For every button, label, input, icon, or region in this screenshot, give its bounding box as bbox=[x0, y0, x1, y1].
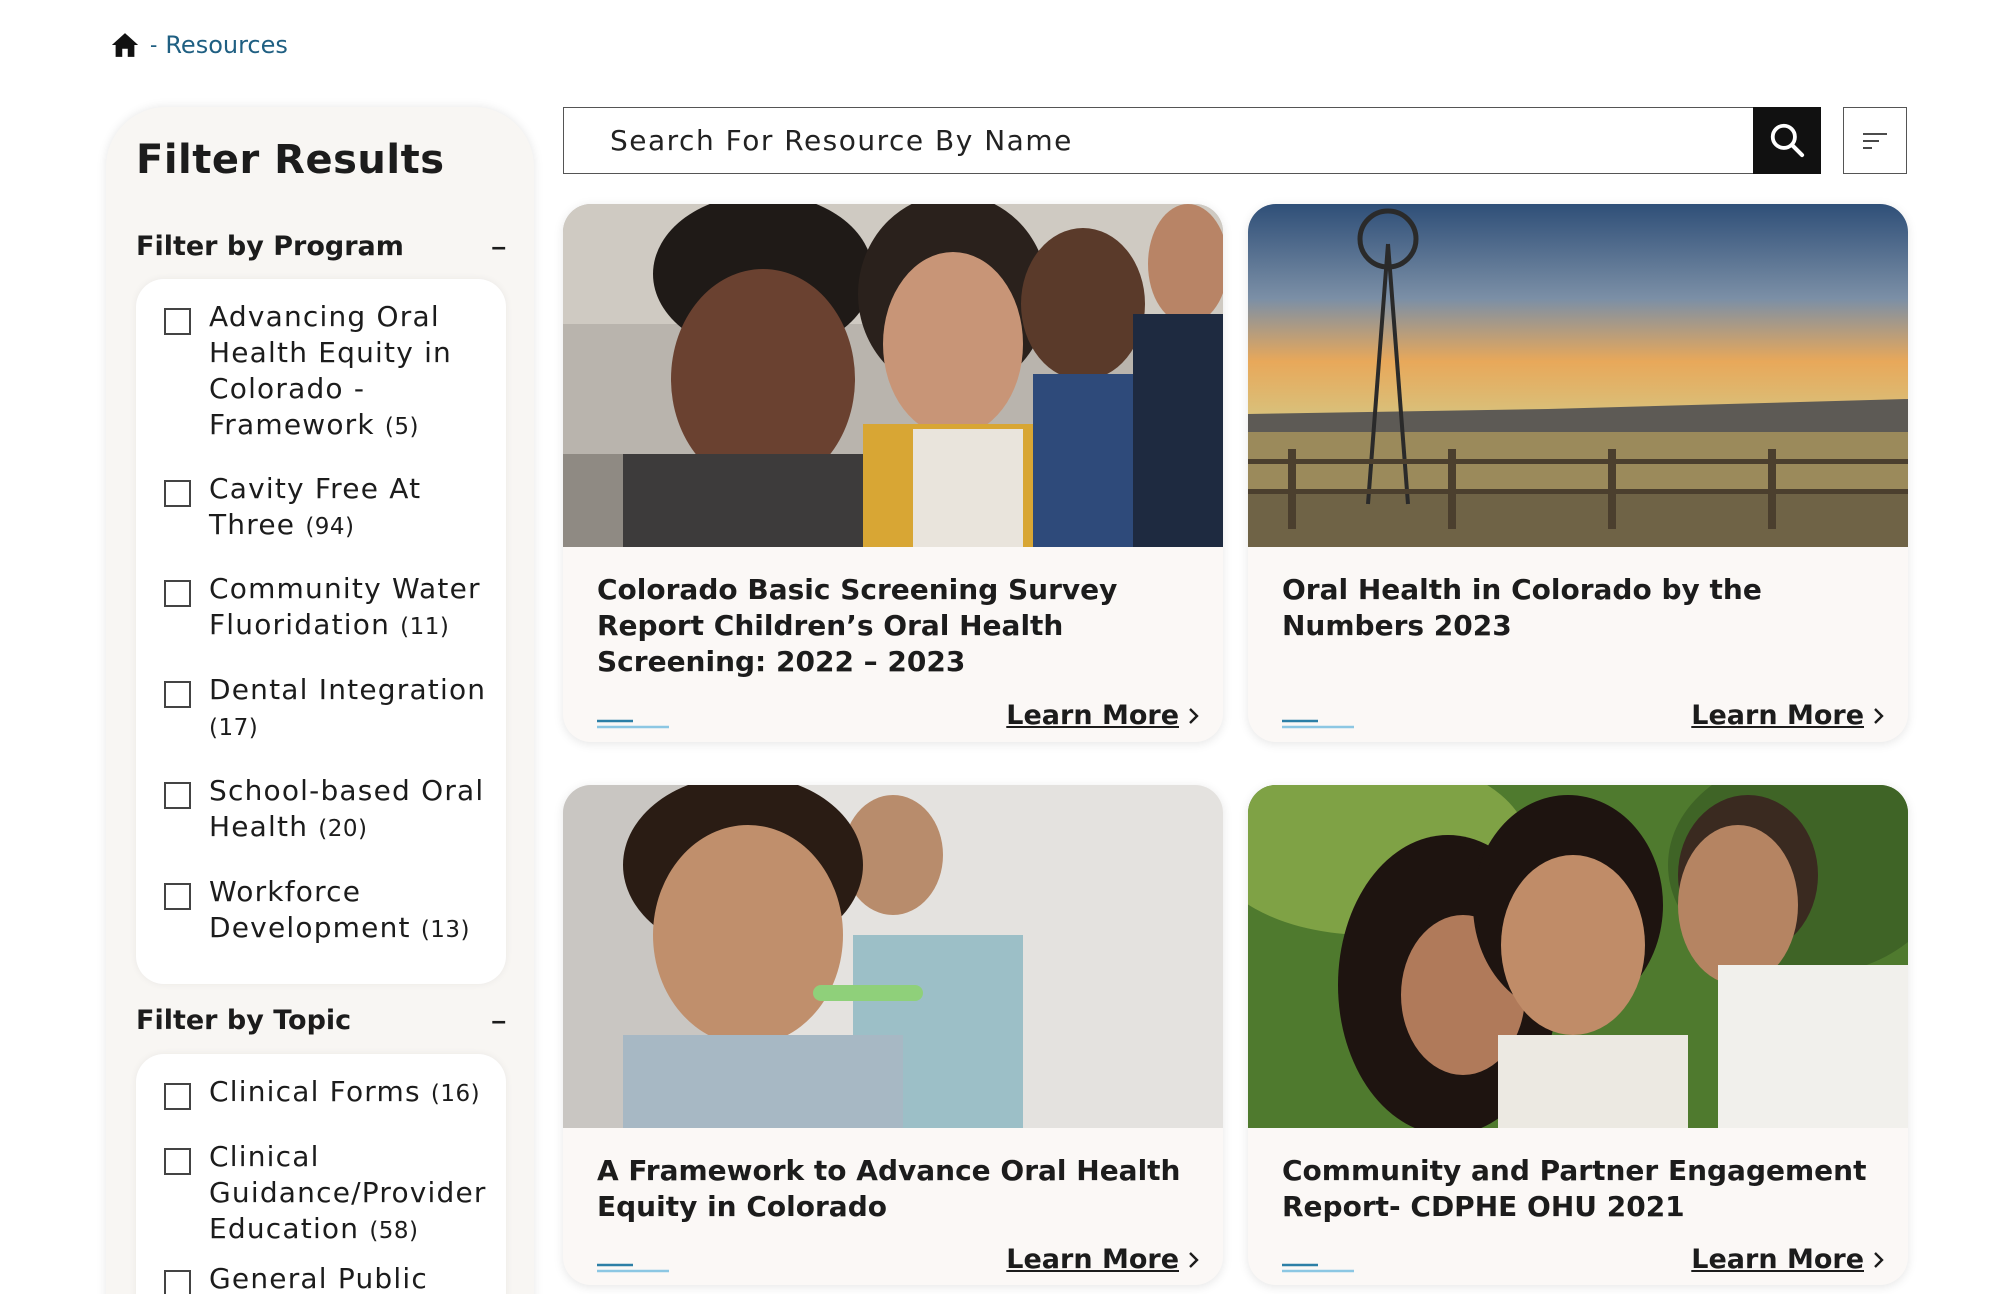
filter-option-topic[interactable]: Clinical Guidance/Provider Education (58… bbox=[136, 1139, 506, 1261]
card-title: Community and Partner Engagement Report-… bbox=[1282, 1154, 1867, 1223]
learn-more-label: Learn More bbox=[1006, 1244, 1179, 1275]
photo-mother-with-two-children-outdoors bbox=[1248, 785, 1908, 1128]
checkbox[interactable] bbox=[164, 308, 191, 335]
checkbox[interactable] bbox=[164, 480, 191, 507]
resource-card[interactable]: A Framework to Advance Oral Health Equit… bbox=[563, 785, 1223, 1285]
chevron-right-icon bbox=[1189, 707, 1199, 724]
filter-results-title: Filter Results bbox=[136, 137, 445, 183]
filter-option-program[interactable]: Cavity Free At Three (94) bbox=[136, 471, 506, 571]
filter-option-topic[interactable]: General Public bbox=[136, 1261, 506, 1294]
option-label: Clinical Forms bbox=[209, 1075, 421, 1108]
search-input[interactable] bbox=[564, 108, 1752, 172]
collapse-program-toggle[interactable]: – bbox=[492, 231, 506, 262]
filter-option-program[interactable]: Dental Integration (17) bbox=[136, 672, 506, 773]
sort-lines-icon bbox=[1863, 132, 1887, 149]
option-count: (5) bbox=[384, 414, 420, 440]
filter-option-program[interactable]: Advancing Oral Health Equity in Colorado… bbox=[136, 299, 506, 471]
checkbox[interactable] bbox=[164, 1148, 191, 1175]
accent-lines-icon bbox=[597, 719, 669, 729]
chevron-right-icon bbox=[1874, 1251, 1884, 1268]
resource-card[interactable]: Community and Partner Engagement Report-… bbox=[1248, 785, 1908, 1285]
option-count: (16) bbox=[430, 1081, 481, 1107]
accent-lines-icon bbox=[597, 1263, 669, 1273]
learn-more-label: Learn More bbox=[1006, 700, 1179, 731]
card-title: Colorado Basic Screening Survey Report C… bbox=[597, 573, 1118, 678]
filter-option-program[interactable]: Community Water Fluoridation (11) bbox=[136, 571, 506, 672]
option-count: (20) bbox=[318, 816, 368, 842]
filter-option-topic[interactable]: Clinical Forms (16) bbox=[136, 1074, 506, 1139]
learn-more-label: Learn More bbox=[1691, 700, 1864, 731]
checkbox[interactable] bbox=[164, 681, 191, 708]
option-count: (11) bbox=[400, 614, 450, 640]
breadcrumb-resources-link[interactable]: Resources bbox=[165, 31, 288, 59]
checkbox[interactable] bbox=[164, 883, 191, 910]
program-filter-list: Advancing Oral Health Equity in Colorado… bbox=[136, 279, 506, 984]
card-title: Oral Health in Colorado by the Numbers 2… bbox=[1282, 573, 1762, 642]
resource-card[interactable]: Colorado Basic Screening Survey Report C… bbox=[563, 204, 1223, 742]
card-title: A Framework to Advance Oral Health Equit… bbox=[597, 1154, 1181, 1223]
option-count: (58) bbox=[369, 1218, 419, 1244]
option-count: (94) bbox=[305, 514, 355, 540]
home-icon[interactable] bbox=[110, 30, 140, 60]
photo-child-brushing-teeth-with-father bbox=[563, 785, 1223, 1128]
filter-by-program-heading: Filter by Program bbox=[136, 231, 404, 262]
filter-option-program[interactable]: Workforce Development (13) bbox=[136, 874, 506, 974]
accent-lines-icon bbox=[1282, 1263, 1354, 1273]
option-count: (13) bbox=[420, 917, 471, 943]
option-count: (17) bbox=[209, 715, 259, 741]
resource-search-bar bbox=[563, 106, 1821, 174]
breadcrumb: - Resources bbox=[110, 28, 288, 62]
learn-more-link[interactable]: Learn More bbox=[1691, 700, 1886, 731]
chevron-right-icon bbox=[1189, 1251, 1199, 1268]
learn-more-link[interactable]: Learn More bbox=[1691, 1244, 1886, 1275]
filter-option-program[interactable]: School-based Oral Health (20) bbox=[136, 773, 506, 874]
photo-windmill-at-sunset-on-prairie bbox=[1248, 204, 1908, 547]
filter-by-topic-heading: Filter by Topic bbox=[136, 1005, 352, 1036]
photo-group-of-smiling-children bbox=[563, 204, 1223, 547]
breadcrumb-separator: - bbox=[150, 32, 158, 57]
sort-button[interactable] bbox=[1843, 107, 1907, 174]
filter-sidebar: Filter Results Filter by Program – Advan… bbox=[106, 107, 534, 1294]
checkbox[interactable] bbox=[164, 1270, 191, 1294]
topic-filter-list: Clinical Forms (16) Clinical Guidance/Pr… bbox=[136, 1054, 506, 1294]
chevron-right-icon bbox=[1874, 707, 1884, 724]
learn-more-label: Learn More bbox=[1691, 1244, 1864, 1275]
option-label: Dental Integration bbox=[209, 673, 487, 706]
search-icon bbox=[1770, 123, 1805, 158]
option-label: General Public bbox=[209, 1262, 428, 1294]
checkbox[interactable] bbox=[164, 1083, 191, 1110]
checkbox[interactable] bbox=[164, 782, 191, 809]
option-label: Clinical Guidance/Provider Education bbox=[209, 1140, 487, 1245]
collapse-topic-toggle[interactable]: – bbox=[492, 1005, 506, 1036]
filter-by-program-header[interactable]: Filter by Program – bbox=[136, 231, 506, 262]
search-button[interactable] bbox=[1753, 106, 1821, 174]
accent-lines-icon bbox=[1282, 719, 1354, 729]
learn-more-link[interactable]: Learn More bbox=[1006, 1244, 1201, 1275]
checkbox[interactable] bbox=[164, 580, 191, 607]
option-label: Workforce Development bbox=[209, 875, 411, 944]
filter-by-topic-header[interactable]: Filter by Topic – bbox=[136, 1005, 506, 1036]
resource-card[interactable]: Oral Health in Colorado by the Numbers 2… bbox=[1248, 204, 1908, 742]
learn-more-link[interactable]: Learn More bbox=[1006, 700, 1201, 731]
